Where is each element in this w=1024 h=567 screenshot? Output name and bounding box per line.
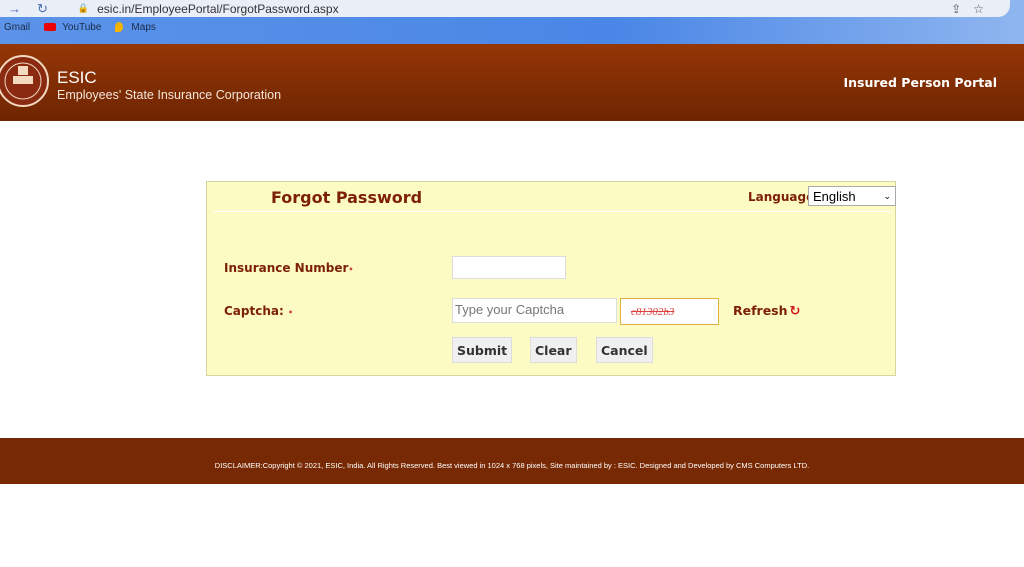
star-icon[interactable]: ☆ — [973, 2, 996, 16]
portal-title: Insured Person Portal — [843, 75, 997, 90]
cancel-button[interactable]: Cancel — [596, 337, 653, 363]
forgot-password-panel: Forgot Password Language: English ⌄ Insur… — [206, 181, 896, 376]
site-header: ESIC Employees' State Insurance Corporat… — [0, 44, 1024, 121]
submit-button[interactable]: Submit — [452, 337, 513, 363]
youtube-icon — [44, 23, 57, 32]
refresh-captcha-link[interactable]: Refresh ↻ — [733, 303, 800, 319]
footer-disclaimer: DISCLAIMER:Copyright © 2021, ESIC, India… — [0, 438, 1024, 484]
bookmark-maps[interactable]: Maps — [115, 22, 156, 33]
insurance-number-input[interactable] — [452, 256, 566, 279]
address-bar[interactable]: → ↻ 🔒 esic.in/EmployeePortal/ForgotPassw… — [0, 0, 1010, 17]
language-select[interactable]: English ⌄ — [808, 186, 896, 206]
forward-icon[interactable]: → — [8, 1, 21, 16]
url-text[interactable]: esic.in/EmployeePortal/ForgotPassword.as… — [97, 2, 338, 16]
bookmark-label: Maps — [131, 22, 156, 33]
captcha-input[interactable]: Type your Captcha — [452, 298, 617, 323]
chevron-down-icon: ⌄ — [883, 190, 891, 201]
insurance-number-label: Insurance Number• — [224, 261, 354, 275]
captcha-label: Captcha: • — [224, 304, 294, 318]
reload-icon[interactable]: ↻ — [37, 1, 48, 17]
bookmark-youtube[interactable]: YouTube — [44, 22, 101, 33]
language-value: English — [813, 188, 856, 204]
divider — [213, 211, 893, 212]
clear-button[interactable]: Clear — [530, 337, 577, 363]
refresh-label: Refresh — [733, 303, 788, 318]
org-full-name: Employees' State Insurance Corporation — [57, 88, 282, 102]
captcha-image: c81302b3 — [620, 298, 719, 325]
bookmark-label: YouTube — [62, 22, 102, 33]
browser-chrome: → ↻ 🔒 esic.in/EmployeePortal/ForgotPassw… — [0, 0, 1024, 44]
esic-logo — [0, 55, 49, 107]
lock-icon: 🔒 — [77, 3, 90, 13]
share-icon[interactable]: ⇪ — [951, 2, 973, 16]
page-title: Forgot Password — [271, 188, 423, 207]
org-short-name: ESIC — [57, 68, 97, 87]
refresh-icon[interactable]: ↻ — [790, 304, 801, 319]
bookmark-gmail[interactable]: Gmail — [4, 22, 30, 33]
maps-icon — [115, 22, 124, 33]
